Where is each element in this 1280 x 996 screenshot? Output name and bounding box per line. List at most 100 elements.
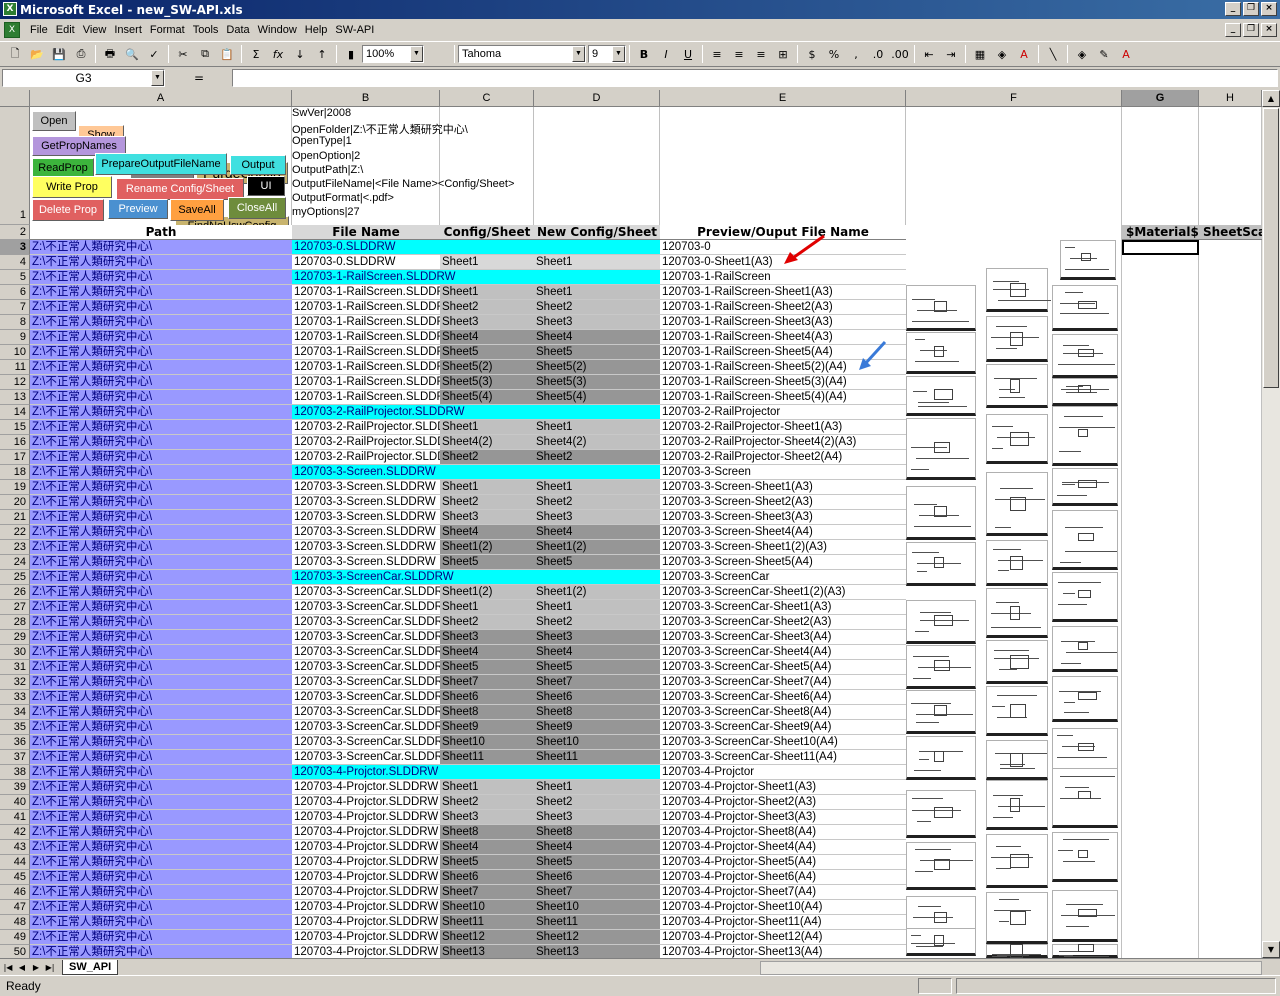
row-header-28[interactable]: 28 [0,615,30,630]
row-header-40[interactable]: 40 [0,795,30,810]
file-name-cell[interactable]: 120703-4-Projctor.SLDDRW [292,945,440,958]
output-file-name-cell[interactable]: 120703-3-Screen-Sheet1(A3) [660,480,906,495]
path-cell[interactable]: Z:\不正常人類研究中心\ [30,255,292,270]
path-cell[interactable]: Z:\不正常人類研究中心\ [30,525,292,540]
paste-icon[interactable]: 📋 [216,44,238,64]
menu-item-edit[interactable]: Edit [52,24,79,36]
output-file-name-cell[interactable]: 120703-2-RailProjector-Sheet4(2)(A3) [660,435,906,450]
config-sheet-cell[interactable]: Sheet5(3) [440,375,534,390]
file-name-cell[interactable]: 120703-4-Projctor.SLDDRW [292,765,660,780]
path-cell[interactable]: Z:\不正常人類研究中心\ [30,555,292,570]
row-header-6[interactable]: 6 [0,285,30,300]
increase-decimal-icon[interactable]: .0 [867,44,889,64]
config-sheet-cell[interactable]: Sheet3 [440,315,534,330]
new-config-sheet-cell[interactable]: Sheet1 [534,480,660,495]
name-box[interactable]: G3 ▼ [2,69,165,87]
row-header-34[interactable]: 34 [0,705,30,720]
path-cell[interactable]: Z:\不正常人類研究中心\ [30,330,292,345]
next-sheet-icon[interactable]: ▶ [30,961,42,974]
row-header-19[interactable]: 19 [0,480,30,495]
row-header-36[interactable]: 36 [0,735,30,750]
config-sheet-cell[interactable]: Sheet2 [440,615,534,630]
scroll-down-icon[interactable]: ▼ [1262,941,1280,958]
sort-desc-icon[interactable]: ↑ [311,44,333,64]
output-file-name-cell[interactable]: 120703-4-Projctor [660,765,906,780]
decrease-indent-icon[interactable]: ⇤ [918,44,940,64]
file-name-cell[interactable]: 120703-3-Screen.SLDDRW [292,480,440,495]
config-sheet-cell[interactable]: Sheet3 [440,810,534,825]
config-sheet-cell[interactable]: Sheet1 [440,255,534,270]
path-cell[interactable]: Z:\不正常人類研究中心\ [30,450,292,465]
row-header-32[interactable]: 32 [0,675,30,690]
row-header-4[interactable]: 4 [0,255,30,270]
config-sheet-cell[interactable]: Sheet1 [440,480,534,495]
row-header-15[interactable]: 15 [0,420,30,435]
first-sheet-icon[interactable]: |◀ [2,961,14,974]
new-config-sheet-cell[interactable]: Sheet8 [534,705,660,720]
file-name-cell[interactable]: 120703-3-ScreenCar.SLDDRW [292,705,440,720]
file-name-cell[interactable]: 120703-4-Projctor.SLDDRW [292,930,440,945]
path-cell[interactable]: Z:\不正常人類研究中心\ [30,315,292,330]
macro-button-saveall[interactable]: SaveAll [170,199,224,221]
new-config-sheet-cell[interactable]: Sheet5(2) [534,360,660,375]
output-file-name-cell[interactable]: 120703-3-ScreenCar-Sheet10(A4) [660,735,906,750]
doc-close-button[interactable]: × [1261,23,1277,37]
menu-item-file[interactable]: File [26,24,52,36]
file-name-cell[interactable]: 120703-2-RailProjector.SLDDRW [292,405,660,420]
cut-icon[interactable]: ✂ [172,44,194,64]
path-cell[interactable]: Z:\不正常人類研究中心\ [30,285,292,300]
scroll-up-icon[interactable]: ▲ [1262,90,1280,107]
col-header-a[interactable]: A [30,90,292,107]
align-center-icon[interactable]: ≡ [728,44,750,64]
row-header-17[interactable]: 17 [0,450,30,465]
output-file-name-cell[interactable]: 120703-4-Projctor-Sheet8(A4) [660,825,906,840]
config-sheet-cell[interactable]: Sheet4 [440,645,534,660]
new-config-sheet-cell[interactable]: Sheet2 [534,495,660,510]
file-name-cell[interactable]: 120703-1-RailScreen.SLDDRW [292,375,440,390]
new-config-sheet-cell[interactable]: Sheet1 [534,600,660,615]
output-file-name-cell[interactable]: 120703-3-ScreenCar-Sheet3(A4) [660,630,906,645]
path-cell[interactable]: Z:\不正常人類研究中心\ [30,720,292,735]
config-sheet-cell[interactable]: Sheet10 [440,900,534,915]
path-cell[interactable]: Z:\不正常人類研究中心\ [30,540,292,555]
file-name-cell[interactable]: 120703-4-Projctor.SLDDRW [292,870,440,885]
col-header-e[interactable]: E [660,90,906,107]
macro-button-rename-config-sheet[interactable]: Rename Config/Sheet [116,178,244,200]
config-sheet-cell[interactable]: Sheet6 [440,870,534,885]
output-file-name-cell[interactable]: 120703-1-RailScreen-Sheet5(A4) [660,345,906,360]
output-file-name-cell[interactable]: 120703-4-Projctor-Sheet4(A4) [660,840,906,855]
path-cell[interactable]: Z:\不正常人類研究中心\ [30,870,292,885]
row-header-47[interactable]: 47 [0,900,30,915]
config-sheet-cell[interactable]: Sheet5(4) [440,390,534,405]
new-config-sheet-cell[interactable]: Sheet4 [534,525,660,540]
menu-item-format[interactable]: Format [146,24,189,36]
path-cell[interactable]: Z:\不正常人類研究中心\ [30,735,292,750]
config-sheet-cell[interactable]: Sheet11 [440,915,534,930]
new-config-sheet-cell[interactable]: Sheet1 [534,420,660,435]
path-cell[interactable]: Z:\不正常人類研究中心\ [30,810,292,825]
config-sheet-cell[interactable]: Sheet5 [440,555,534,570]
output-file-name-cell[interactable]: 120703-3-ScreenCar-Sheet9(A4) [660,720,906,735]
output-file-name-cell[interactable]: 120703-3-Screen-Sheet1(2)(A3) [660,540,906,555]
row-header-26[interactable]: 26 [0,585,30,600]
close-button[interactable]: × [1261,2,1277,16]
row-header-41[interactable]: 41 [0,810,30,825]
draw-fill-icon[interactable]: ◈ [1071,44,1093,64]
prev-sheet-icon[interactable]: ◀ [16,961,28,974]
file-name-cell[interactable]: 120703-4-Projctor.SLDDRW [292,780,440,795]
new-config-sheet-cell[interactable]: Sheet10 [534,900,660,915]
file-name-cell[interactable]: 120703-4-Projctor.SLDDRW [292,915,440,930]
line-icon[interactable]: ╲ [1042,44,1064,64]
formula-input[interactable] [232,69,1278,87]
file-name-cell[interactable]: 120703-3-ScreenCar.SLDDRW [292,675,440,690]
save-icon[interactable]: 💾 [48,44,70,64]
new-config-sheet-cell[interactable]: Sheet13 [534,945,660,958]
macro-button-preview[interactable]: Preview [108,199,168,219]
file-name-cell[interactable]: 120703-2-RailProjector.SLDDRW [292,420,440,435]
row-header-30[interactable]: 30 [0,645,30,660]
row-header-14[interactable]: 14 [0,405,30,420]
new-config-sheet-cell[interactable]: Sheet3 [534,810,660,825]
path-cell[interactable]: Z:\不正常人類研究中心\ [30,840,292,855]
config-sheet-cell[interactable]: Sheet4(2) [440,435,534,450]
function-icon[interactable]: fx [267,44,289,64]
